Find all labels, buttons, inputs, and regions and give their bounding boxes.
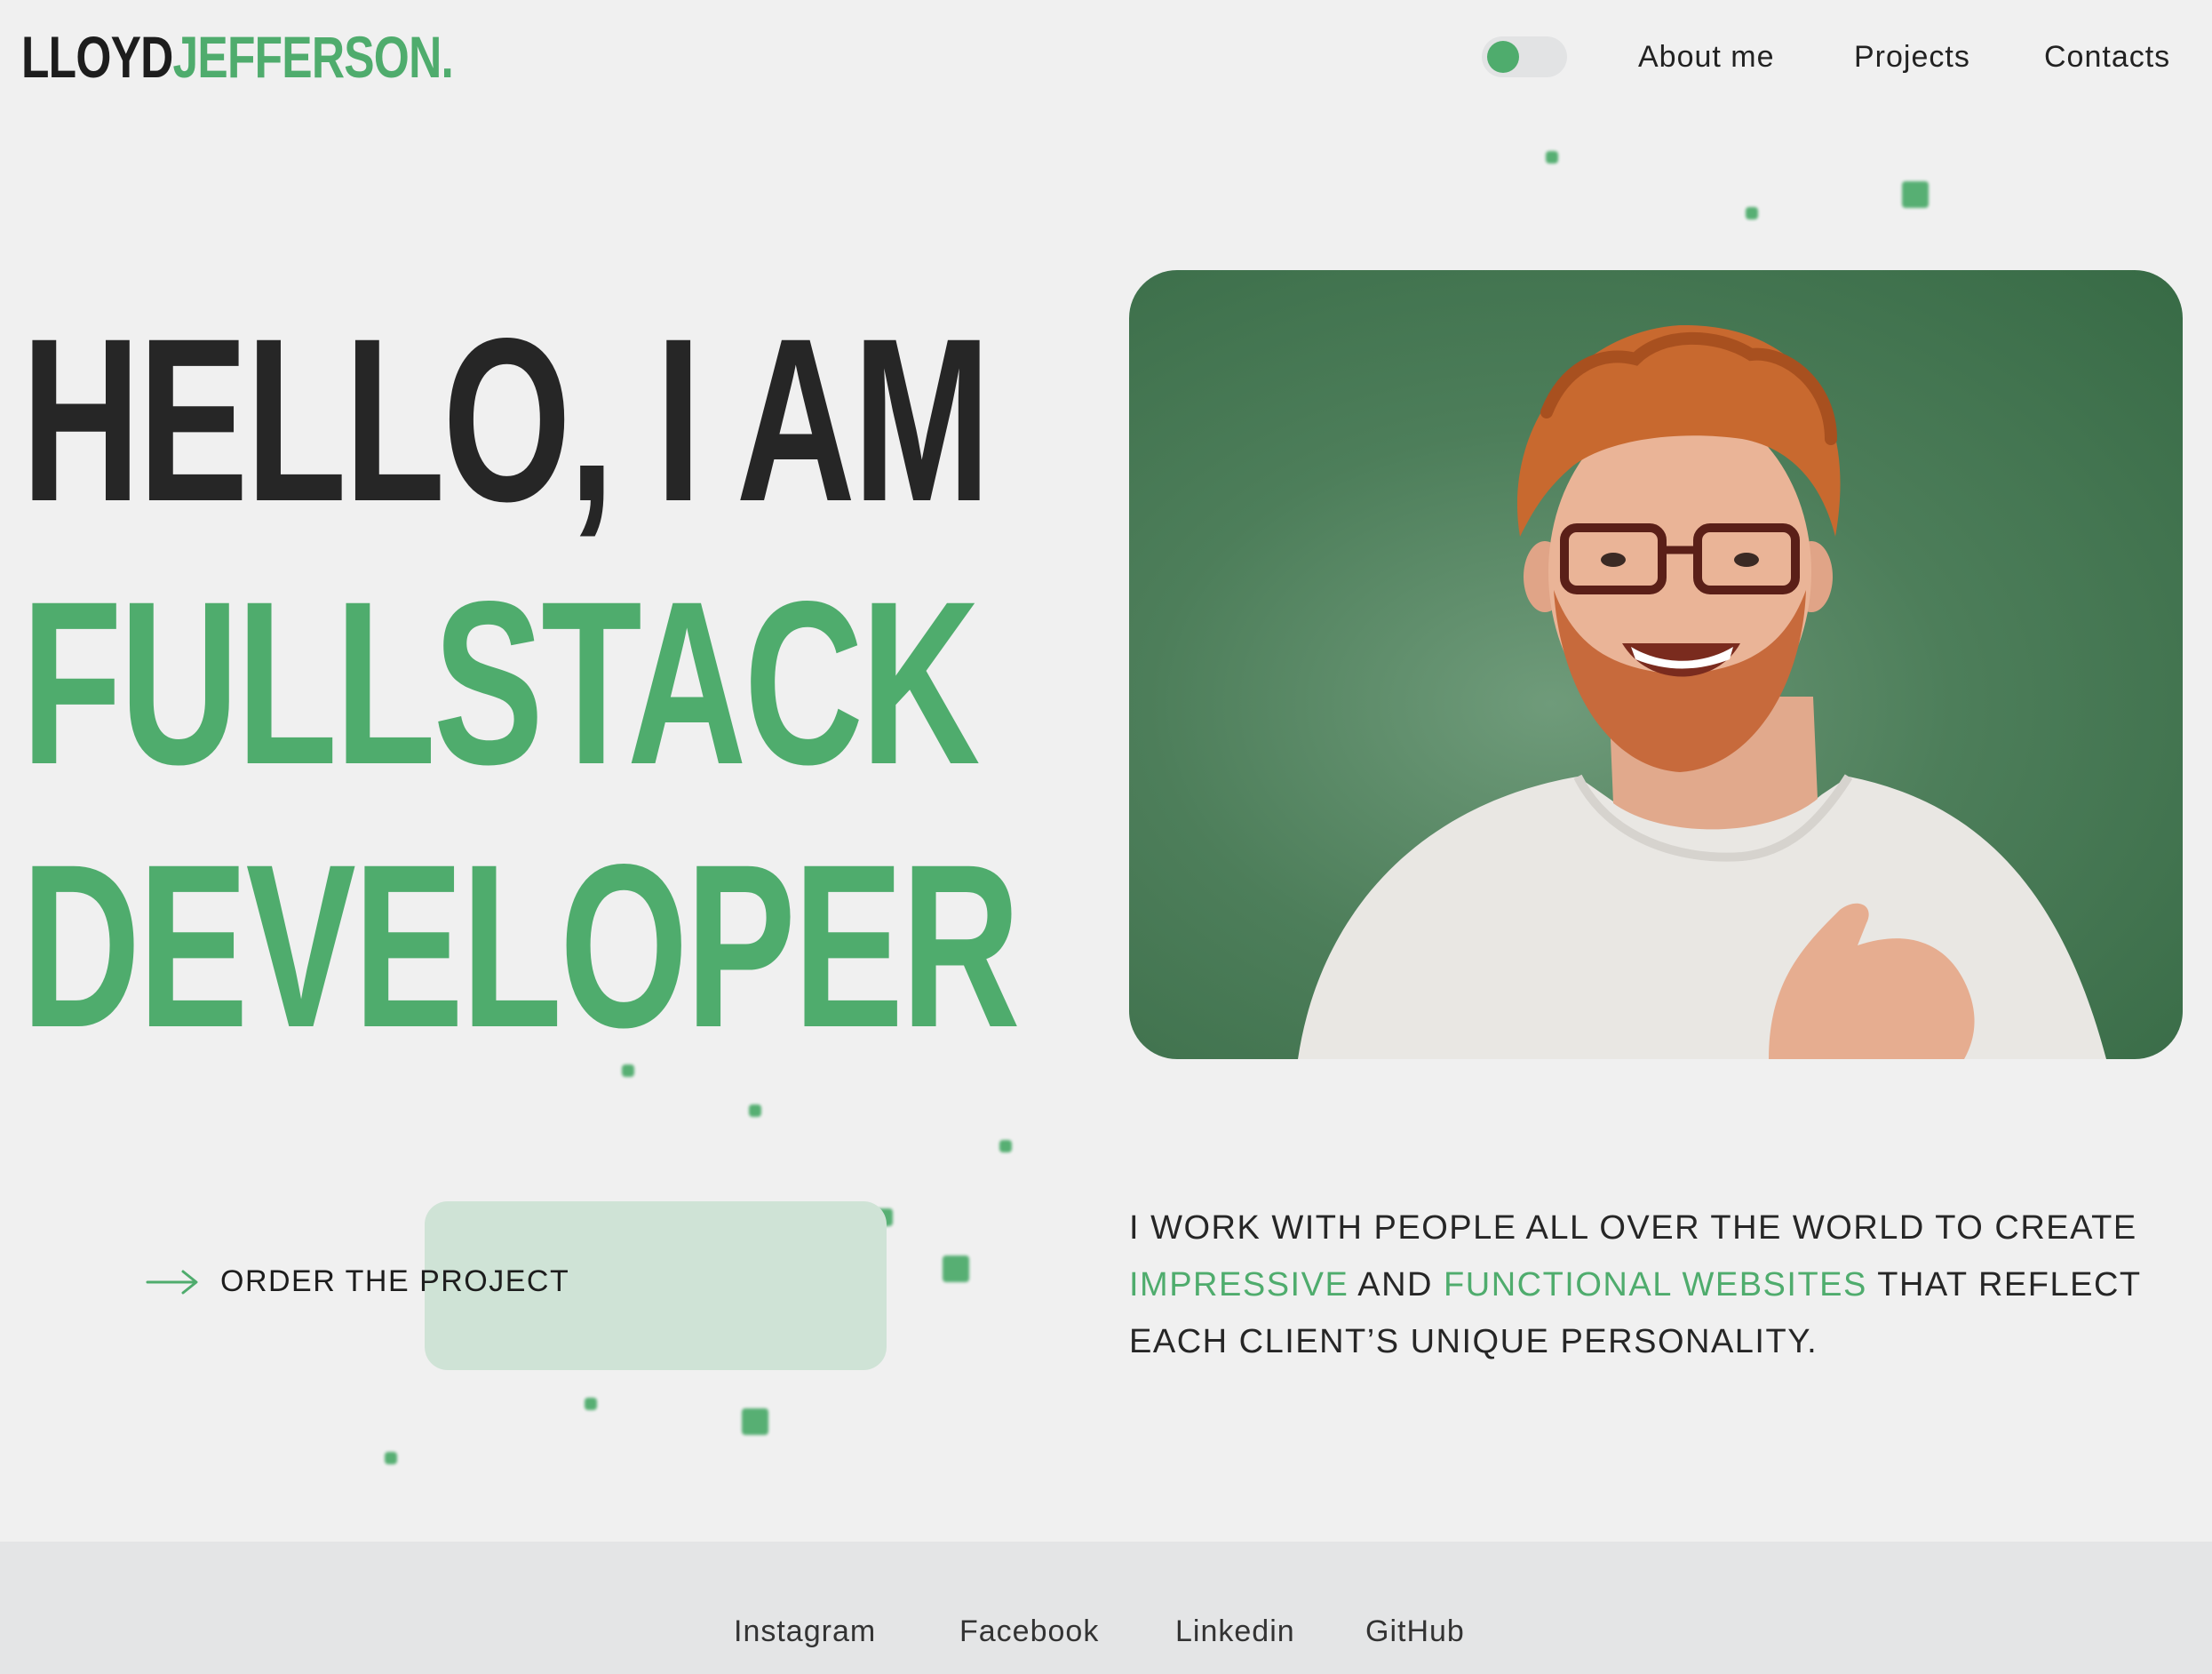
- desc-text-2: AND: [1349, 1266, 1444, 1303]
- logo-last-name: JEFFERSON.: [172, 24, 454, 90]
- decor-square: [742, 1408, 768, 1435]
- toggle-knob: [1487, 41, 1519, 73]
- logo-first-name: LLOYD: [21, 24, 173, 90]
- desc-highlight-functional: FUNCTIONAL WEBSITES: [1444, 1266, 1867, 1303]
- hero-line-1: HELLO, I AM: [21, 290, 991, 550]
- decor-square: [999, 1140, 1012, 1152]
- nav-about-me[interactable]: About me: [1638, 36, 1775, 78]
- portrait-illustration: [1298, 324, 2106, 1059]
- decor-square: [943, 1256, 969, 1282]
- footer: Instagram Facebook Linkedin GitHub: [0, 1542, 2212, 1674]
- decor-square: [1546, 151, 1558, 163]
- theme-toggle[interactable]: [1482, 36, 1567, 77]
- footer-link-instagram[interactable]: Instagram: [734, 1610, 876, 1653]
- nav-contacts[interactable]: Contacts: [2044, 36, 2170, 78]
- decor-square: [1902, 181, 1929, 208]
- order-project-label: ORDER THE PROJECT: [220, 1264, 570, 1298]
- footer-link-linkedin[interactable]: Linkedin: [1175, 1610, 1295, 1653]
- nav-projects[interactable]: Projects: [1854, 36, 1970, 78]
- hero-title: HELLO, I AM FULLSTACK DEVELOPER: [21, 289, 1021, 1078]
- desc-text-1: I WORK WITH PEOPLE ALL OVER THE WORLD TO…: [1129, 1209, 2137, 1247]
- footer-link-facebook[interactable]: Facebook: [959, 1610, 1099, 1653]
- site-logo[interactable]: LLOYDJEFFERSON.: [21, 24, 454, 90]
- order-project-button[interactable]: ORDER THE PROJECT: [146, 1264, 569, 1299]
- hero-line-2: FULLSTACK: [21, 553, 980, 813]
- arrow-right-icon: [146, 1270, 198, 1294]
- footer-link-github[interactable]: GitHub: [1365, 1610, 1465, 1653]
- portrait-photo: [1129, 270, 2183, 1059]
- hero-line-3: DEVELOPER: [21, 816, 1021, 1076]
- decor-square: [385, 1452, 397, 1464]
- desc-highlight-impressive: IMPRESSIVE: [1129, 1266, 1349, 1303]
- decor-square: [1746, 207, 1758, 219]
- decor-square: [749, 1104, 761, 1117]
- decor-square: [585, 1398, 597, 1410]
- intro-description: I WORK WITH PEOPLE ALL OVER THE WORLD TO…: [1129, 1200, 2186, 1370]
